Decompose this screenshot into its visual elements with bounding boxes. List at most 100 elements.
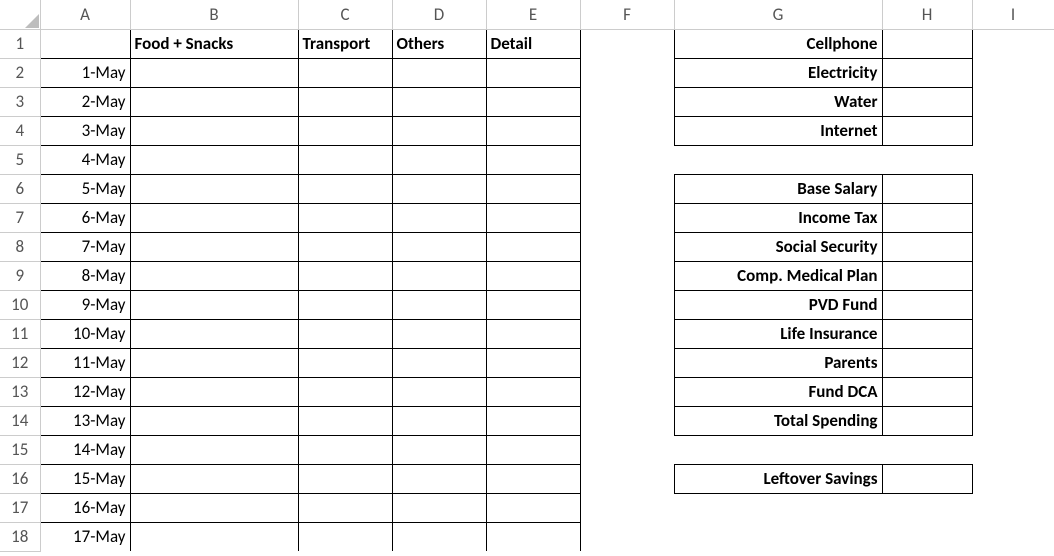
col-header-A[interactable]: A xyxy=(40,0,130,29)
cell-I16[interactable] xyxy=(972,464,1054,493)
cell-D7[interactable] xyxy=(392,203,486,232)
cell-E1[interactable]: Detail xyxy=(486,29,580,58)
cell-G8[interactable]: Social Security xyxy=(674,232,882,261)
cell-D3[interactable] xyxy=(392,87,486,116)
cell-B17[interactable] xyxy=(130,493,298,522)
cell-H10[interactable] xyxy=(882,290,972,319)
cell-G7[interactable]: Income Tax xyxy=(674,203,882,232)
col-header-C[interactable]: C xyxy=(298,0,392,29)
cell-H2[interactable] xyxy=(882,58,972,87)
cell-I5[interactable] xyxy=(972,145,1054,174)
cell-B9[interactable] xyxy=(130,261,298,290)
row-header-11[interactable]: 11 xyxy=(0,319,40,348)
cell-C13[interactable] xyxy=(298,377,392,406)
cell-F11[interactable] xyxy=(580,319,674,348)
cell-F12[interactable] xyxy=(580,348,674,377)
cell-B14[interactable] xyxy=(130,406,298,435)
cell-E18[interactable] xyxy=(486,522,580,551)
cell-H8[interactable] xyxy=(882,232,972,261)
cell-D17[interactable] xyxy=(392,493,486,522)
grid[interactable]: A B C D E F G H I 1Food + SnacksTranspor… xyxy=(0,0,1054,552)
cell-D2[interactable] xyxy=(392,58,486,87)
cell-H18[interactable] xyxy=(882,522,972,551)
cell-E7[interactable] xyxy=(486,203,580,232)
cell-C3[interactable] xyxy=(298,87,392,116)
cell-F14[interactable] xyxy=(580,406,674,435)
cell-G13[interactable]: Fund DCA xyxy=(674,377,882,406)
cell-I13[interactable] xyxy=(972,377,1054,406)
cell-D12[interactable] xyxy=(392,348,486,377)
cell-H1[interactable] xyxy=(882,29,972,58)
cell-G15[interactable] xyxy=(674,435,882,464)
cell-B12[interactable] xyxy=(130,348,298,377)
cell-H16[interactable] xyxy=(882,464,972,493)
cell-A2[interactable]: 1-May xyxy=(40,58,130,87)
cell-A17[interactable]: 16-May xyxy=(40,493,130,522)
cell-H17[interactable] xyxy=(882,493,972,522)
cell-A14[interactable]: 13-May xyxy=(40,406,130,435)
cell-I12[interactable] xyxy=(972,348,1054,377)
cell-B8[interactable] xyxy=(130,232,298,261)
row-header-7[interactable]: 7 xyxy=(0,203,40,232)
row-header-8[interactable]: 8 xyxy=(0,232,40,261)
cell-A18[interactable]: 17-May xyxy=(40,522,130,551)
row-header-15[interactable]: 15 xyxy=(0,435,40,464)
cell-C16[interactable] xyxy=(298,464,392,493)
cell-F1[interactable] xyxy=(580,29,674,58)
cell-G6[interactable]: Base Salary xyxy=(674,174,882,203)
cell-C15[interactable] xyxy=(298,435,392,464)
cell-G1[interactable]: Cellphone xyxy=(674,29,882,58)
cell-G4[interactable]: Internet xyxy=(674,116,882,145)
cell-E13[interactable] xyxy=(486,377,580,406)
cell-D18[interactable] xyxy=(392,522,486,551)
cell-A15[interactable]: 14-May xyxy=(40,435,130,464)
cell-F13[interactable] xyxy=(580,377,674,406)
cell-E10[interactable] xyxy=(486,290,580,319)
cell-B3[interactable] xyxy=(130,87,298,116)
cell-D16[interactable] xyxy=(392,464,486,493)
cell-H4[interactable] xyxy=(882,116,972,145)
cell-B6[interactable] xyxy=(130,174,298,203)
cell-E6[interactable] xyxy=(486,174,580,203)
cell-I1[interactable] xyxy=(972,29,1054,58)
cell-F3[interactable] xyxy=(580,87,674,116)
cell-G5[interactable] xyxy=(674,145,882,174)
cell-D8[interactable] xyxy=(392,232,486,261)
cell-G9[interactable]: Comp. Medical Plan xyxy=(674,261,882,290)
cell-F7[interactable] xyxy=(580,203,674,232)
cell-I9[interactable] xyxy=(972,261,1054,290)
cell-G17[interactable] xyxy=(674,493,882,522)
cell-G3[interactable]: Water xyxy=(674,87,882,116)
cell-G14[interactable]: Total Spending xyxy=(674,406,882,435)
cell-G2[interactable]: Electricity xyxy=(674,58,882,87)
cell-H6[interactable] xyxy=(882,174,972,203)
row-header-6[interactable]: 6 xyxy=(0,174,40,203)
cell-C14[interactable] xyxy=(298,406,392,435)
row-header-10[interactable]: 10 xyxy=(0,290,40,319)
cell-I17[interactable] xyxy=(972,493,1054,522)
cell-E3[interactable] xyxy=(486,87,580,116)
cell-I7[interactable] xyxy=(972,203,1054,232)
cell-A10[interactable]: 9-May xyxy=(40,290,130,319)
cell-C11[interactable] xyxy=(298,319,392,348)
cell-D5[interactable] xyxy=(392,145,486,174)
cell-A1[interactable] xyxy=(40,29,130,58)
cell-C9[interactable] xyxy=(298,261,392,290)
cell-C12[interactable] xyxy=(298,348,392,377)
cell-C4[interactable] xyxy=(298,116,392,145)
cell-I8[interactable] xyxy=(972,232,1054,261)
row-header-12[interactable]: 12 xyxy=(0,348,40,377)
cell-E12[interactable] xyxy=(486,348,580,377)
cell-F18[interactable] xyxy=(580,522,674,551)
cell-D9[interactable] xyxy=(392,261,486,290)
cell-D11[interactable] xyxy=(392,319,486,348)
row-header-13[interactable]: 13 xyxy=(0,377,40,406)
cell-B5[interactable] xyxy=(130,145,298,174)
row-header-3[interactable]: 3 xyxy=(0,87,40,116)
cell-C7[interactable] xyxy=(298,203,392,232)
cell-F2[interactable] xyxy=(580,58,674,87)
cell-B10[interactable] xyxy=(130,290,298,319)
cell-F6[interactable] xyxy=(580,174,674,203)
cell-B2[interactable] xyxy=(130,58,298,87)
cell-A11[interactable]: 10-May xyxy=(40,319,130,348)
